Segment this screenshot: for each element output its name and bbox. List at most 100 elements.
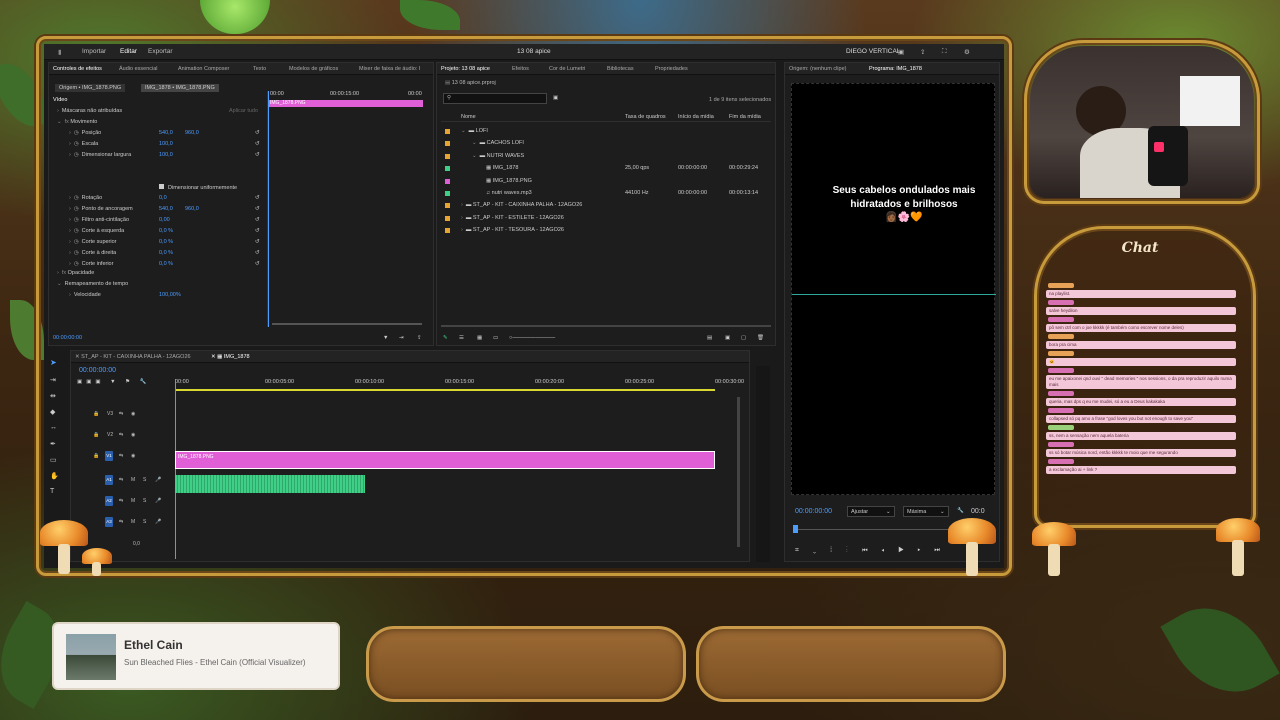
reset-icon[interactable]: ↺	[255, 152, 260, 158]
sync-icon[interactable]: ⇆	[119, 498, 123, 504]
tab-sequence-img[interactable]: ✕ ▦ IMG_1878	[211, 354, 250, 360]
mute-button[interactable]: M	[131, 519, 135, 525]
edit-tab[interactable]: Editar	[120, 48, 137, 55]
project-item-row[interactable]: ♫ nutri waves.mp3 44100 Hz 00:00:00:00 00:0…	[441, 188, 771, 199]
microphone-icon[interactable]: 🎤	[155, 519, 161, 525]
column-name[interactable]: Nome	[461, 114, 476, 120]
filter-icon[interactable]: ▼	[383, 335, 388, 341]
track-target-button[interactable]: A2	[105, 496, 113, 506]
timeline-scrollbar[interactable]	[737, 397, 740, 547]
mute-button[interactable]: M	[131, 498, 135, 504]
transport-controls[interactable]: ⌗ ⌄ ⁞ ⁝ ⏮ ◂ ▶ ▸ ⏭	[795, 547, 946, 555]
track-label[interactable]: V3	[107, 411, 113, 417]
solo-button[interactable]: S	[143, 477, 146, 483]
export-frame-icon[interactable]: ⇥	[399, 335, 404, 341]
new-folder-icon[interactable]: ▣	[725, 335, 730, 341]
effect-property-value-2[interactable]: 960,0	[185, 130, 199, 136]
tab-audio-mixer[interactable]: Mixer de faixa de áudio: I	[359, 66, 420, 72]
label-color-swatch[interactable]	[445, 129, 450, 134]
work-area-bar[interactable]	[175, 389, 715, 391]
mini-playhead[interactable]	[268, 91, 269, 327]
fullscreen-icon[interactable]: ⛶	[942, 48, 947, 56]
uniform-scale-checkbox[interactable]: Dimensionar uniformemente	[159, 184, 237, 191]
track-select-icon[interactable]: ⇥	[50, 376, 56, 384]
project-scrollbar[interactable]	[441, 325, 771, 327]
mute-button[interactable]: M	[131, 477, 135, 483]
reset-icon[interactable]: ↺	[255, 250, 260, 256]
disclosure-chevron-icon[interactable]: ⌄	[472, 140, 477, 146]
speed-value[interactable]: 100,00%	[159, 292, 181, 298]
solo-button[interactable]: S	[143, 519, 146, 525]
program-video-frame[interactable]: Seus cabelos ondulados mais hidratados e…	[791, 83, 996, 495]
effect-property-value[interactable]: 100,0	[159, 152, 173, 158]
sync-icon[interactable]: ⇆	[119, 477, 123, 483]
icon-view-icon[interactable]: ▦	[477, 335, 482, 341]
type-icon[interactable]: T	[50, 488, 54, 495]
disclosure-chevron-icon[interactable]: ⌄	[461, 128, 466, 134]
tab-properties[interactable]: Propriedades	[655, 66, 688, 72]
pencil-icon[interactable]: ✎	[443, 335, 448, 341]
effect-property-value[interactable]: 0,0 %	[159, 228, 173, 234]
label-color-swatch[interactable]	[445, 141, 450, 147]
sequence-clip-tab[interactable]: IMG_1878 • IMG_1878.PNG	[141, 84, 219, 92]
lock-icon[interactable]: 🔒	[93, 432, 99, 438]
project-item-row[interactable]: › ▬ ST_AP - KIT - CAIXINHA PALHA - 12AGO2…	[441, 200, 771, 211]
mini-clip-bar[interactable]: IMG_1878.PNG	[268, 100, 423, 107]
source-clip-tab[interactable]: Origem • IMG_1878.PNG	[55, 84, 126, 92]
quality-dropdown[interactable]: Máxima ⌄	[903, 506, 949, 517]
mix-value[interactable]: 0,0	[133, 541, 140, 547]
eye-icon[interactable]: ◉	[131, 453, 135, 459]
reset-icon[interactable]: ↺	[255, 261, 260, 267]
sync-icon[interactable]: ⇆	[119, 411, 123, 417]
tab-effect-controls[interactable]: Controles de efeitos	[53, 66, 102, 72]
new-bin-icon[interactable]: ▣	[553, 95, 558, 101]
project-item-row[interactable]: › ▬ ST_AP - KIT - TESOURA - 12AGO26	[441, 225, 771, 236]
sync-icon[interactable]: ⇆	[119, 453, 123, 459]
tab-animation-composer[interactable]: Animation Composer	[178, 66, 229, 72]
disclosure-chevron-icon[interactable]: ⌄	[472, 153, 477, 159]
reset-icon[interactable]: ↺	[255, 141, 260, 147]
project-item-row[interactable]: ⌄ ▬ LOFI	[441, 126, 771, 137]
delete-icon[interactable]: 🗑	[757, 335, 764, 341]
tab-source-monitor[interactable]: Origem: (nenhum clipe)	[789, 66, 846, 72]
sync-icon[interactable]: ⇆	[119, 519, 123, 525]
apply-all-button[interactable]: Aplicar tudo	[229, 108, 258, 114]
label-color-swatch[interactable]	[445, 178, 450, 184]
eye-icon[interactable]: ◉	[131, 411, 135, 417]
timeline-timecode[interactable]: 00:00:00:00	[79, 367, 116, 374]
column-media-end[interactable]: Fim da mídia	[729, 114, 761, 120]
effects-timecode[interactable]: 00:00:00:00	[53, 335, 82, 341]
timeline-playhead[interactable]	[175, 379, 176, 559]
track-target-button[interactable]: A3	[105, 517, 113, 527]
wrench-icon[interactable]: 🔧	[957, 508, 964, 514]
label-color-swatch[interactable]	[445, 166, 450, 172]
project-item-row[interactable]: ▦ IMG_1878 25,00 qps 00:00:00:00 00:00:29:2…	[441, 163, 771, 174]
label-color-swatch[interactable]	[445, 203, 450, 209]
settings-icon[interactable]: ⚙	[964, 48, 970, 56]
solo-button[interactable]: S	[143, 498, 146, 504]
label-color-swatch[interactable]	[445, 191, 450, 196]
tab-essential-audio[interactable]: Áudio essencial	[119, 66, 158, 72]
microphone-icon[interactable]: 🎤	[155, 477, 161, 483]
automate-icon[interactable]: ▤	[707, 335, 712, 341]
tab-text[interactable]: Texto	[253, 66, 266, 72]
track-target-button[interactable]: V1	[105, 451, 113, 461]
freeform-view-icon[interactable]: ▭	[493, 335, 498, 341]
lock-icon[interactable]: 🔒	[93, 411, 99, 417]
label-color-swatch[interactable]	[445, 228, 450, 234]
reset-icon[interactable]: ↺	[255, 195, 260, 201]
label-color-swatch[interactable]	[445, 215, 450, 221]
project-item-row[interactable]: › ▬ ST_AP - KIT - ESTILETE - 12AGO26	[441, 213, 771, 224]
tab-lumetri-color[interactable]: Cor de Lumetri	[549, 66, 585, 72]
export-tab[interactable]: Exportar	[148, 48, 173, 55]
sync-icon[interactable]: ⇆	[119, 432, 123, 438]
timeline-tools[interactable]: ▣▣▣ ▼ ⚑ 🔧	[77, 379, 150, 385]
disclosure-chevron-icon[interactable]: ›	[461, 215, 463, 221]
list-view-icon[interactable]: ☰	[459, 335, 464, 341]
workspace-label[interactable]: DIEGO VERTICAL	[846, 48, 900, 55]
reset-icon[interactable]: ↺	[255, 228, 260, 234]
razor-icon[interactable]: ◆	[50, 408, 55, 416]
tab-graphic-templates[interactable]: Modelos de gráficos	[289, 66, 338, 72]
tab-program-monitor[interactable]: Programa: IMG_1878	[869, 66, 922, 72]
new-item-icon[interactable]: ▢	[741, 335, 746, 341]
